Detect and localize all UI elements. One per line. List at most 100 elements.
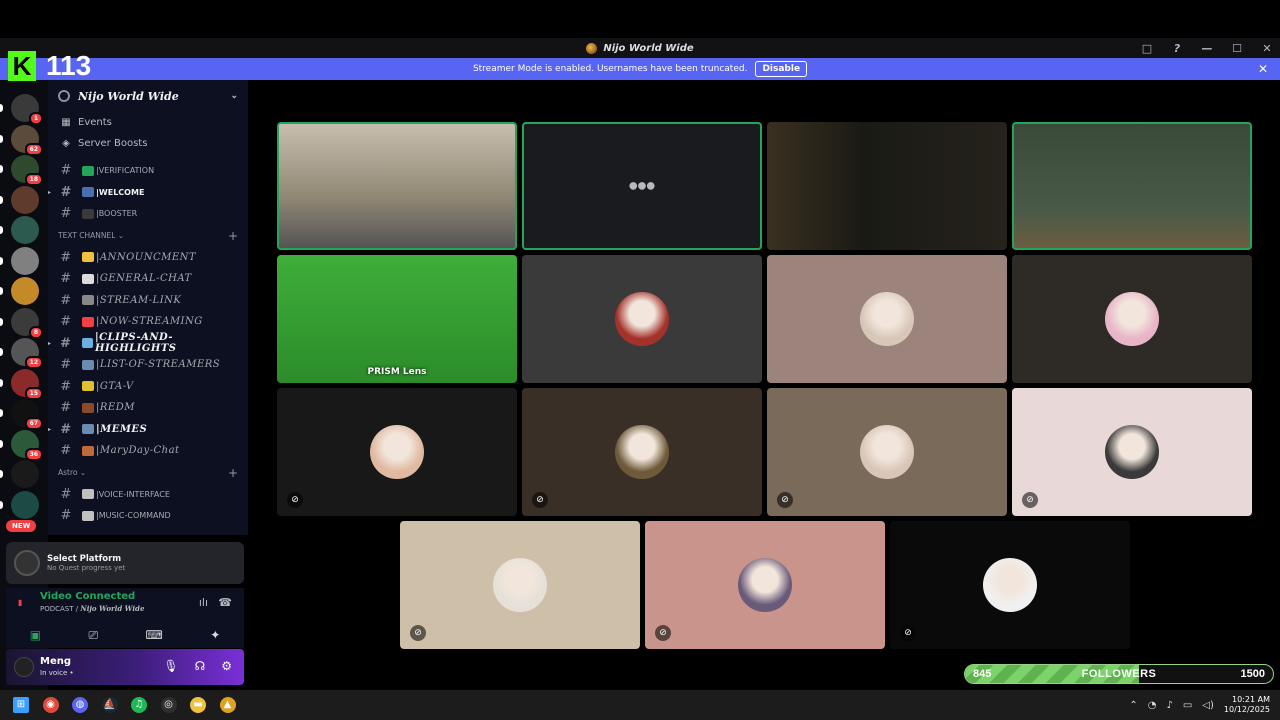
add-channel-icon[interactable]: + <box>228 466 238 480</box>
video-grid: ●●● PRISM Lens ⊘ ⊘ ⊘ ⊘ ⊘ ⊘ ⊘ <box>250 80 1280 690</box>
display-icon[interactable]: ▭ <box>1183 700 1192 711</box>
server-icon[interactable] <box>11 460 39 488</box>
channel-item[interactable]: ▸ # |CLIPS-AND-HIGHLIGHTS <box>48 332 248 354</box>
video-tile[interactable]: ⊘ <box>645 521 885 649</box>
server-icon[interactable] <box>11 185 39 214</box>
channel-item[interactable]: # |GENERAL-CHAT <box>48 268 248 290</box>
gear-icon[interactable]: ⚙ <box>221 659 232 673</box>
server-icon[interactable]: 36 <box>11 429 43 461</box>
server-boost-icon <box>58 90 70 102</box>
channel-item[interactable]: # |NOW-STREAMING <box>48 311 248 333</box>
quest-panel[interactable]: Select Platform No Quest progress yet <box>6 542 244 584</box>
channel-name: |MaryDay-Chat <box>96 445 180 457</box>
events-item[interactable]: ▦ Events <box>48 112 248 133</box>
headphones-icon[interactable]: ☊ <box>195 659 206 673</box>
user-panel: Meng In voice • 🎙︎ ☊ ⚙ <box>6 649 244 685</box>
video-tile[interactable]: ⊘ <box>1012 388 1252 516</box>
video-tile[interactable] <box>767 122 1007 250</box>
maximize-button[interactable]: ☐ <box>1230 42 1244 55</box>
hashtag-icon: # <box>60 184 72 200</box>
username[interactable]: Meng <box>40 656 71 667</box>
chrome-icon[interactable]: ◉ <box>42 697 59 713</box>
video-tile[interactable]: ⊘ <box>277 388 517 516</box>
video-tile[interactable] <box>1012 255 1252 383</box>
channel-item[interactable]: # |MaryDay-Chat <box>48 440 248 462</box>
chevron-down-icon[interactable]: ⌄ <box>230 91 238 101</box>
server-icon[interactable]: 67 <box>11 399 43 430</box>
screenshare-button[interactable]: ⎚ <box>88 628 98 643</box>
add-channel-icon[interactable]: + <box>228 229 238 243</box>
minimize-button[interactable]: — <box>1200 42 1214 55</box>
steam-icon[interactable]: ⛵ <box>101 697 118 713</box>
video-tile[interactable] <box>277 122 517 250</box>
activity-button[interactable]: ⌨ <box>145 628 162 642</box>
noise-suppression-icon[interactable]: ılı <box>199 596 208 609</box>
video-tile[interactable] <box>522 255 762 383</box>
windows-start-icon[interactable]: ⊞ <box>13 697 29 713</box>
muted-mic-icon: ⊘ <box>287 492 303 508</box>
category-astro[interactable]: Astro ⌄ + <box>48 462 248 484</box>
help-icon[interactable]: ? <box>1170 42 1184 55</box>
video-tile[interactable]: ⊘ <box>890 521 1130 649</box>
channel-item[interactable]: ▸ # |MEMES <box>48 419 248 441</box>
network-icon[interactable]: ◔ <box>1148 700 1157 711</box>
server-icon[interactable]: 62 <box>11 124 43 156</box>
avatar <box>860 425 914 479</box>
disable-button[interactable]: Disable <box>755 61 808 77</box>
channel-item[interactable]: # |REDM <box>48 397 248 419</box>
voice-server-name: Nijo World Wide <box>80 604 145 613</box>
chevron-up-icon[interactable]: ⌃ <box>1129 700 1137 711</box>
soundboard-button[interactable]: ✦ <box>210 628 220 642</box>
video-tile[interactable]: ⊘ <box>400 521 640 649</box>
channel-item[interactable]: # |MUSIC-COMMAND <box>48 505 248 527</box>
server-header[interactable]: Nijo World Wide ⌄ <box>48 80 248 112</box>
microphone-icon[interactable]: 🎙︎ <box>163 659 178 673</box>
channel-item[interactable]: # |GTA-V <box>48 376 248 398</box>
video-tile[interactable]: ●●● <box>522 122 762 250</box>
server-boosts-item[interactable]: ◈ Server Boosts <box>48 133 248 154</box>
server-icon[interactable]: 18 <box>11 155 43 186</box>
disconnect-icon[interactable]: ☎ <box>218 596 232 609</box>
signal-icon[interactable]: ▮ <box>18 598 28 608</box>
avatar <box>860 292 914 346</box>
server-icon[interactable]: 15 <box>11 368 43 400</box>
channel-emoji-icon <box>82 445 94 456</box>
video-tile[interactable]: ⊘ <box>522 388 762 516</box>
video-tile[interactable] <box>767 255 1007 383</box>
banner-text: Streamer Mode is enabled. Usernames have… <box>472 64 748 74</box>
channel-item[interactable]: # |BOOSTER <box>48 203 248 225</box>
server-icon[interactable]: 12 <box>11 338 43 369</box>
voice-connected-status[interactable]: Video Connected <box>40 591 135 602</box>
clock[interactable]: 10:21 AM 10/12/2025 <box>1224 695 1270 715</box>
camera-button[interactable]: ▣ <box>30 628 41 642</box>
channel-item[interactable]: # |ANNOUNCMENT <box>48 247 248 269</box>
mic-tray-icon[interactable]: ♪ <box>1166 700 1172 711</box>
banner-close-icon[interactable]: ✕ <box>1258 62 1268 76</box>
channel-item[interactable]: # |LIST-OF-STREAMERS <box>48 354 248 376</box>
channel-item[interactable]: # |VOICE-INTERFACE <box>48 484 248 506</box>
volume-icon[interactable]: ◁) <box>1202 700 1214 711</box>
server-icon[interactable] <box>11 490 39 519</box>
close-button[interactable]: ✕ <box>1260 42 1274 55</box>
server-icon[interactable]: 1 <box>11 94 43 125</box>
server-icon[interactable] <box>11 246 39 275</box>
unread-pill <box>0 500 3 509</box>
category-text-channel[interactable]: TEXT CHANNEL ⌄ + <box>48 225 248 247</box>
spotify-icon[interactable]: ♫ <box>131 697 147 713</box>
server-icon[interactable] <box>11 216 39 244</box>
server-icon[interactable]: 8 <box>11 307 43 339</box>
channel-item[interactable]: # |STREAM-LINK <box>48 290 248 312</box>
video-tile[interactable]: PRISM Lens <box>277 255 517 383</box>
avatar[interactable] <box>14 657 34 677</box>
inbox-icon[interactable]: □ <box>1140 42 1154 55</box>
channel-item[interactable]: # |VERIFICATION <box>48 160 248 182</box>
game-launcher-icon[interactable]: ▲ <box>219 697 236 713</box>
loading-indicator: ●●● <box>628 180 656 192</box>
server-icon[interactable] <box>11 277 39 305</box>
video-tile[interactable] <box>1012 122 1252 250</box>
video-tile[interactable]: ⊘ <box>767 388 1007 516</box>
discord-icon[interactable]: ◍ <box>72 697 88 713</box>
obs-icon[interactable]: ◎ <box>160 697 177 713</box>
folder-icon[interactable]: ▬ <box>190 697 206 713</box>
channel-item[interactable]: ▸ # |WELCOME <box>48 182 248 204</box>
